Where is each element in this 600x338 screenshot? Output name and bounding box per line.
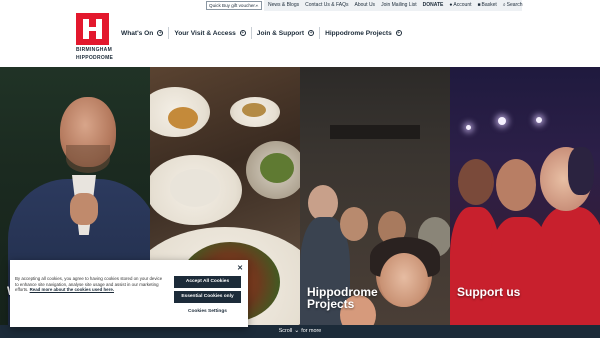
panel-title-line-2: Projects	[307, 297, 355, 311]
nav-item-join-support[interactable]: Join & Support +	[250, 27, 319, 39]
nav-item-label: Join & Support	[256, 29, 305, 37]
crowd-person-image	[308, 185, 338, 221]
food-image	[242, 103, 266, 117]
utility-select-wrap: Quick Buy gift voucher... ⌄	[206, 0, 262, 11]
nav-item-whats-on[interactable]: What's On +	[121, 27, 168, 39]
utility-link-news[interactable]: News & Blogs	[268, 2, 299, 8]
panel-title-projects: Hippodrome Projects	[307, 286, 378, 310]
chevron-down-icon: ⌄	[294, 328, 300, 334]
cookie-read-more-link[interactable]: Read more about the cookies used here.	[30, 287, 114, 292]
stage-light-image	[536, 117, 542, 123]
account-label: Account	[453, 2, 472, 8]
scroll-label-before: Scroll	[278, 328, 293, 334]
kid-head-image	[496, 159, 536, 211]
search-label: Search	[506, 2, 523, 8]
search-link[interactable]: ⌕Search	[503, 2, 523, 8]
utility-links: News & Blogs Contact Us & FAQs About Us …	[268, 2, 522, 8]
plus-circle-icon: +	[308, 30, 315, 36]
site-header: BIRMINGHAM HIPPODROME Quick Buy gift vou…	[0, 0, 600, 67]
basket-icon: ■	[477, 2, 481, 8]
gift-voucher-select-value: Quick Buy gift voucher...	[209, 3, 259, 8]
shop-sign-image	[330, 125, 420, 139]
hero-panel-support[interactable]: Support us	[450, 67, 600, 325]
kid-body-image	[536, 207, 600, 325]
utility-link-about[interactable]: About Us	[354, 2, 375, 8]
accept-all-cookies-button[interactable]: Accept All Cookies	[174, 276, 241, 288]
search-icon: ⌕	[502, 2, 506, 8]
utility-link-contact[interactable]: Contact Us & FAQs	[305, 2, 348, 8]
food-image	[170, 169, 220, 207]
logo-mark	[76, 13, 109, 45]
cookie-settings-button[interactable]: Cookies Settings	[174, 306, 241, 318]
plus-circle-icon: +	[157, 30, 164, 36]
basket-link[interactable]: ■Basket	[478, 2, 497, 8]
kid-head-image	[458, 159, 494, 205]
nav-item-projects[interactable]: Hippodrome Projects +	[319, 27, 407, 39]
face-image	[380, 253, 428, 307]
stage-light-image	[498, 117, 506, 125]
nav-item-your-visit[interactable]: Your Visit & Access +	[168, 27, 250, 39]
gift-voucher-select[interactable]: Quick Buy gift voucher... ⌄	[206, 1, 262, 10]
chevron-down-icon: ⌄	[254, 2, 259, 8]
cookie-banner: ✕ By accepting all cookies, you agree to…	[10, 260, 248, 327]
food-image	[260, 153, 294, 183]
performer-beard-image	[66, 145, 110, 173]
close-icon[interactable]: ✕	[237, 264, 243, 272]
main-nav: What's On + Your Visit & Access + Join &…	[121, 27, 407, 39]
cookie-text: By accepting all cookies, you agree to h…	[15, 276, 167, 293]
hero-panel-projects[interactable]: Hippodrome Projects	[300, 67, 450, 325]
utility-link-mailing[interactable]: Join Mailing List	[381, 2, 417, 8]
site-logo[interactable]: BIRMINGHAM HIPPODROME	[76, 13, 114, 61]
user-icon: ●	[449, 2, 453, 8]
performer-hand-image	[70, 193, 98, 225]
plus-circle-icon: +	[239, 30, 246, 36]
account-link[interactable]: ●Account	[449, 2, 471, 8]
stage-light-image	[466, 125, 471, 130]
essential-cookies-button[interactable]: Essential Cookies only	[174, 291, 241, 303]
plus-circle-icon: +	[395, 30, 402, 36]
basket-label: Basket	[481, 2, 497, 8]
logo-line-2: HIPPODROME	[76, 55, 114, 61]
food-image	[168, 107, 198, 129]
crowd-person-image	[340, 207, 368, 241]
panel-title-support: Support us	[457, 285, 521, 299]
logo-line-1: BIRMINGHAM	[76, 47, 113, 53]
nav-item-label: Your Visit & Access	[174, 29, 236, 37]
scroll-label-after: for more	[301, 328, 322, 334]
donate-link[interactable]: DONATE	[423, 2, 444, 8]
headphones-image	[568, 147, 594, 195]
nav-item-label: What's On	[121, 29, 154, 37]
nav-item-label: Hippodrome Projects	[325, 29, 392, 37]
